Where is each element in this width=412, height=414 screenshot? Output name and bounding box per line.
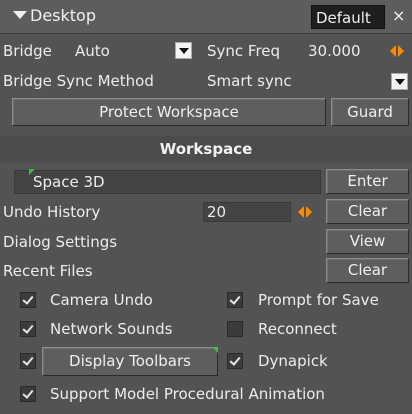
- camera-undo-label: Camera Undo: [50, 291, 153, 309]
- prompt-for-save-label: Prompt for Save: [258, 291, 379, 309]
- network-sounds-label: Network Sounds: [50, 320, 173, 338]
- sync-method-dropdown-icon[interactable]: [391, 73, 408, 90]
- view-button[interactable]: View: [326, 229, 409, 254]
- bridge-mode-dropdown-icon[interactable]: [175, 42, 192, 59]
- green-corner-marker-icon: [212, 347, 218, 353]
- support-model-procedural-animation-label: Support Model Procedural Animation: [50, 385, 325, 403]
- bridge-sync-method-value[interactable]: Smart sync: [207, 70, 292, 92]
- camera-undo-checkbox[interactable]: [20, 292, 36, 308]
- bridge-sync-method-label: Bridge Sync Method: [3, 72, 154, 90]
- display-toolbars-checkbox[interactable]: [20, 353, 36, 369]
- reconnect-label: Reconnect: [258, 320, 337, 338]
- collapse-triangle-icon[interactable]: [13, 11, 27, 19]
- undo-clear-button[interactable]: Clear: [326, 199, 409, 224]
- dynapick-checkbox[interactable]: [227, 353, 243, 369]
- sync-freq-label: Sync Freq: [207, 42, 281, 60]
- enter-button[interactable]: Enter: [326, 169, 409, 194]
- prompt-for-save-checkbox[interactable]: [227, 292, 243, 308]
- workspace-section-header: Workspace: [0, 136, 412, 162]
- close-icon[interactable]: ×: [392, 5, 405, 27]
- dynapick-label: Dynapick: [258, 352, 328, 370]
- space-3d-label: Space 3D: [33, 173, 105, 191]
- bridge-mode-value[interactable]: Auto: [75, 40, 110, 62]
- recent-files-clear-button[interactable]: Clear: [326, 258, 409, 283]
- panel-title[interactable]: Desktop: [30, 5, 96, 27]
- reconnect-checkbox[interactable]: [227, 321, 243, 337]
- dialog-settings-label: Dialog Settings: [3, 233, 118, 251]
- bridge-label: Bridge: [3, 42, 52, 60]
- guard-button[interactable]: Guard: [331, 98, 409, 126]
- sync-freq-value[interactable]: 30.000: [308, 40, 361, 62]
- undo-history-spinner-icon[interactable]: [297, 203, 313, 221]
- undo-history-label: Undo History: [3, 203, 101, 221]
- support-model-procedural-animation-checkbox[interactable]: [20, 386, 36, 402]
- display-toolbars-button[interactable]: Display Toolbars: [42, 347, 218, 376]
- network-sounds-checkbox[interactable]: [20, 321, 36, 337]
- recent-files-label: Recent Files: [3, 262, 93, 280]
- undo-history-value: 20: [207, 203, 227, 221]
- sync-freq-spinner-icon[interactable]: [389, 42, 405, 60]
- layout-preset-field[interactable]: Default: [311, 5, 385, 29]
- protect-workspace-button[interactable]: Protect Workspace: [12, 98, 326, 126]
